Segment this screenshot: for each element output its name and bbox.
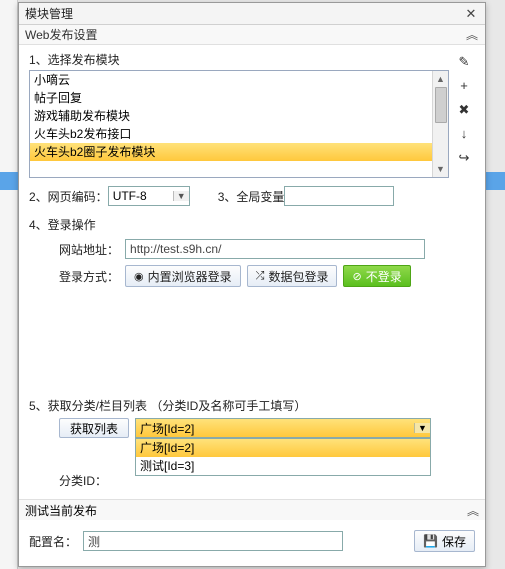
module-tools: ✎ + ✖ ↓ ↪ [455, 51, 475, 167]
btn-label: 数据包登录 [268, 268, 328, 285]
globe-icon: ◉ [134, 270, 144, 283]
dialog: 模块管理 ✕ Web发布设置 ︽ 1、选择发布模块 小嘀云 帖子回复 游戏辅助发… [18, 2, 486, 567]
list-item[interactable]: 游戏辅助发布模块 [30, 107, 448, 125]
url-label: 网站地址： [59, 241, 119, 258]
dropdown-options: 广场[Id=2] 测试[Id=3] [135, 438, 431, 476]
dropdown-selected[interactable]: 广场[Id=2] ▼ [135, 418, 431, 438]
section-test-title: 测试当前发布 [25, 502, 467, 519]
encoding-input[interactable] [109, 187, 173, 205]
delete-icon[interactable]: ✖ [455, 101, 473, 119]
globalvar-input[interactable] [284, 186, 394, 206]
config-label: 配置名： [29, 533, 77, 550]
shuffle-icon: ⤮ [256, 270, 265, 283]
section-web-title: Web发布设置 [25, 26, 465, 43]
globalvar-label: 3、全局变量 [218, 188, 285, 205]
category-label: 5、获取分类/栏目列表 （分类ID及名称可手工填写） [29, 397, 475, 414]
list-item[interactable]: 火车头b2发布接口 [30, 125, 448, 143]
scroll-thumb[interactable] [435, 87, 447, 123]
method-label: 登录方式： [59, 268, 119, 285]
list-item[interactable]: 小嘀云 [30, 71, 448, 89]
save-button[interactable]: 💾 保存 [414, 530, 475, 552]
chevron-down-icon[interactable]: ▼ [173, 191, 189, 201]
chevron-down-icon[interactable]: ▼ [414, 423, 430, 433]
ban-icon: ⊘ [352, 270, 361, 283]
no-login-button[interactable]: ⊘ 不登录 [343, 265, 410, 287]
login-label: 4、登录操作 [29, 216, 475, 233]
redo-icon[interactable]: ↪ [455, 149, 473, 167]
builtin-browser-login-button[interactable]: ◉ 内置浏览器登录 [125, 265, 241, 287]
dropdown-option[interactable]: 广场[Id=2] [136, 439, 430, 457]
close-icon[interactable]: ✕ [463, 6, 479, 22]
section-test-header[interactable]: 测试当前发布 ︽ [19, 500, 485, 520]
list-item[interactable]: 帖子回复 [30, 89, 448, 107]
scrollbar[interactable]: ▲ ▼ [432, 71, 448, 177]
add-icon[interactable]: + [455, 77, 473, 95]
section-web-header[interactable]: Web发布设置 ︽ [19, 25, 485, 45]
down-icon[interactable]: ↓ [455, 125, 473, 143]
fetch-list-button[interactable]: 获取列表 [59, 418, 129, 438]
titlebar: 模块管理 ✕ [19, 3, 485, 25]
category-id-label: 分类ID： [59, 472, 107, 489]
window-title: 模块管理 [25, 5, 463, 22]
btn-label: 内置浏览器登录 [148, 268, 232, 285]
dropdown-option[interactable]: 测试[Id=3] [136, 457, 430, 475]
chevron-up-icon[interactable]: ︽ [467, 502, 479, 519]
edit-icon[interactable]: ✎ [455, 53, 473, 71]
category-dropdown[interactable]: 广场[Id=2] ▼ 广场[Id=2] 测试[Id=3] [135, 418, 431, 438]
encoding-label: 2、网页编码： [29, 188, 108, 205]
module-listbox[interactable]: 小嘀云 帖子回复 游戏辅助发布模块 火车头b2发布接口 火车头b2圈子发布模块 … [29, 70, 449, 178]
chevron-up-icon[interactable]: ︽ [465, 26, 479, 43]
step1-label: 1、选择发布模块 [29, 51, 449, 68]
packet-login-button[interactable]: ⤮ 数据包登录 [247, 265, 338, 287]
list-item-selected[interactable]: 火车头b2圈子发布模块 [30, 143, 448, 161]
btn-label: 不登录 [366, 268, 402, 285]
btn-label: 获取列表 [70, 420, 118, 437]
btn-label: 保存 [442, 533, 466, 550]
save-icon: 💾 [423, 534, 438, 548]
scroll-down-icon[interactable]: ▼ [433, 161, 448, 177]
encoding-combo[interactable]: ▼ [108, 186, 190, 206]
dropdown-value: 广场[Id=2] [140, 420, 194, 437]
url-input[interactable] [125, 239, 425, 259]
config-name-input[interactable] [83, 531, 343, 551]
scroll-up-icon[interactable]: ▲ [433, 71, 448, 87]
